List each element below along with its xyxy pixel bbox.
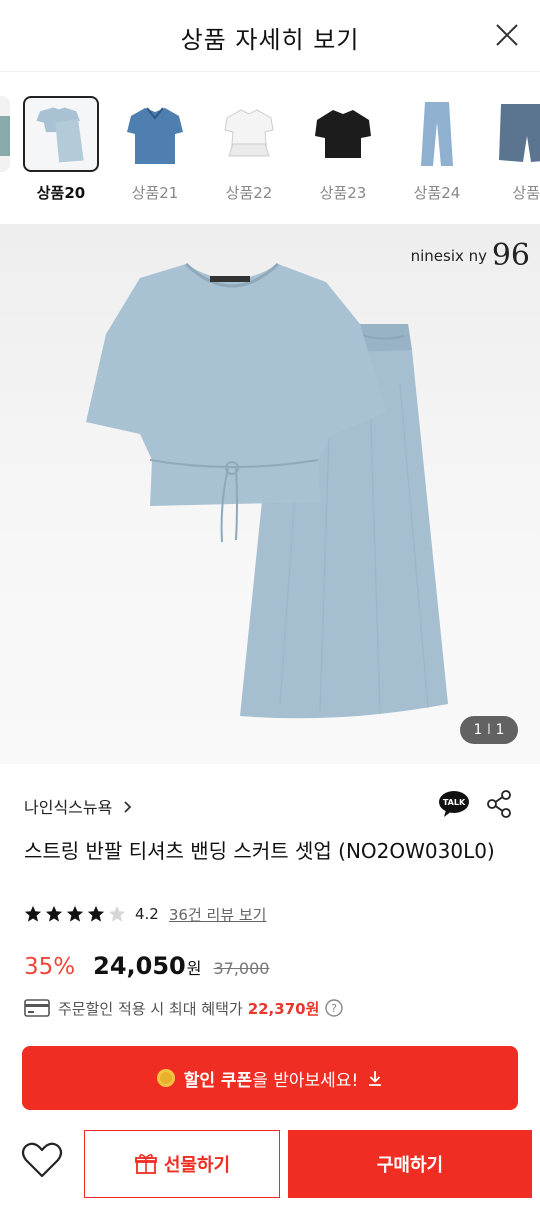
original-price: 37,000: [213, 959, 270, 978]
thumbnail-label: 상품23: [319, 184, 367, 202]
help-icon[interactable]: ?: [325, 999, 344, 1017]
thumbnail-23[interactable]: [305, 96, 381, 172]
thumbnail-22[interactable]: [211, 96, 287, 172]
gift-button-label: 선물하기: [163, 1155, 231, 1176]
discount-rate: 35%: [24, 954, 76, 980]
coupon-button[interactable]: 할인 쿠폰을 받아보세요!: [22, 1046, 518, 1110]
header: 상품 자세히 보기: [0, 0, 540, 72]
product-photo: [86, 262, 448, 719]
brand-link[interactable]: 나인식스뉴욕: [24, 794, 133, 818]
benefit-row: 주문할인 적용 시 최대 혜택가 22,370원 ?: [24, 996, 344, 1020]
thumbnail-21[interactable]: [117, 96, 193, 172]
thumbnail-label: 상품22: [225, 184, 273, 202]
price-row: 35% 24,050 원 37,000: [24, 952, 269, 986]
thumbnail-image: [117, 96, 193, 172]
product-image[interactable]: ninesix ny 96 1 I 1: [0, 224, 540, 764]
thumbnail-label: 상품20: [36, 184, 86, 202]
svg-text:?: ?: [331, 1002, 337, 1015]
share-icon[interactable]: [486, 790, 512, 818]
card-icon: [24, 999, 50, 1017]
benefit-amount: 22,370원: [247, 999, 320, 1018]
gift-icon: [134, 1153, 157, 1174]
thumbnail-20[interactable]: [23, 96, 99, 172]
coupon-text: 을 받아보세요!: [252, 1070, 359, 1091]
talk-badge-text: TALK: [443, 798, 466, 807]
image-counter: 1 I 1: [460, 716, 518, 744]
review-link[interactable]: 36건 리뷰 보기: [169, 904, 267, 925]
star-icon: [87, 905, 105, 922]
brand-logo: ninesix ny 96: [411, 238, 530, 273]
page-title: 상품 자세히 보기: [180, 26, 360, 54]
coupon-bold-text: 할인 쿠폰: [183, 1070, 253, 1091]
star-empty-icon: [108, 905, 126, 922]
benefit-text: 주문할인 적용 시 최대 혜택가: [58, 999, 243, 1018]
chevron-right-icon: [124, 801, 132, 813]
product-name: 스트링 반팔 티셔츠 밴딩 스커트 셋업 (NO2OW030L0): [24, 839, 495, 863]
close-icon: [496, 24, 518, 46]
rating-row: 4.2 36건 리뷰 보기: [24, 902, 266, 926]
close-button[interactable]: [492, 20, 522, 50]
counter-total: 1: [495, 722, 505, 738]
brand-name: 나인식스뉴욕: [24, 798, 113, 817]
heart-icon[interactable]: [20, 1138, 64, 1182]
thumbnail-24[interactable]: [399, 96, 475, 172]
buy-button-label: 구매하기: [376, 1155, 444, 1176]
thumbnail-image: [493, 96, 540, 172]
thumbnail-label: 상품24: [413, 184, 461, 202]
star-icon: [45, 905, 63, 922]
bottom-action-bar: 선물하기 구매하기: [0, 1122, 540, 1206]
thumbnail-strip[interactable]: 상품20 상품21 상품22 상품23 상품24 상품: [0, 90, 540, 210]
kakao-talk-icon[interactable]: TALK: [438, 790, 470, 818]
star-icon: [24, 905, 42, 922]
brand-logo-number: 96: [491, 238, 530, 273]
buy-button[interactable]: 구매하기: [288, 1130, 532, 1198]
thumbnail-image: [0, 116, 10, 156]
thumbnail-image: [399, 96, 475, 172]
star-icon: [66, 905, 84, 922]
brand-logo-text: ninesix ny: [410, 247, 488, 265]
thumbnail-label: 상품2: [512, 184, 540, 202]
currency-unit: 원: [186, 959, 202, 978]
thumbnail-image: [305, 96, 381, 172]
thumbnail-image: [36, 107, 84, 163]
gift-button[interactable]: 선물하기: [84, 1130, 280, 1198]
coin-icon: [156, 1069, 175, 1087]
thumbnail-prev[interactable]: [0, 96, 10, 172]
download-icon: [369, 1071, 382, 1086]
counter-current: 1: [473, 722, 483, 738]
thumbnail-25[interactable]: [493, 96, 540, 172]
thumbnail-image: [211, 96, 287, 172]
sale-price: 24,050: [93, 952, 186, 980]
rating-value: 4.2: [135, 905, 159, 923]
thumbnail-label: 상품21: [131, 184, 179, 202]
